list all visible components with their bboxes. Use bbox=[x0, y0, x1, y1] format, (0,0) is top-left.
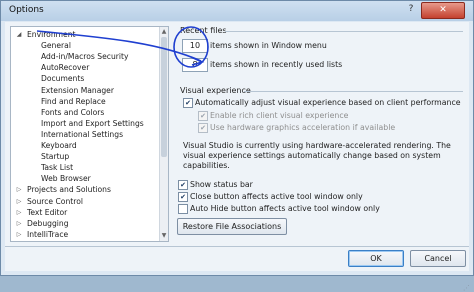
tree-item[interactable]: Import and Export Settings bbox=[41, 118, 144, 129]
tree-item-label: Web Browser bbox=[41, 174, 91, 184]
tree-item-label: Add-in/Macros Security bbox=[41, 52, 129, 62]
tree-item-label: Projects and Solutions bbox=[27, 185, 111, 195]
recent-files-heading: Recent files bbox=[180, 26, 227, 35]
tree-item-label: Documents bbox=[41, 74, 85, 84]
footer-divider bbox=[5, 246, 469, 247]
tree-item-label: Keyboard bbox=[41, 141, 77, 150]
tree-item[interactable]: Documents bbox=[41, 73, 84, 84]
expand-arrow-icon[interactable]: ▷ bbox=[15, 196, 23, 207]
tree-item-label: AutoRecover bbox=[41, 63, 90, 73]
close-button-label: Close button affects active tool window … bbox=[190, 192, 363, 201]
tree-item-label: Source Control bbox=[27, 196, 83, 206]
tree-item[interactable]: Fonts and Colors bbox=[41, 107, 104, 118]
tree-item[interactable]: ◢ Environment bbox=[15, 29, 76, 40]
dialog-body: ◢ Environment General Add-in/Macros Securit… bbox=[5, 22, 470, 292]
tree-item[interactable]: Add-in/Macros Security bbox=[41, 51, 128, 62]
expand-arrow-icon[interactable]: ▷ bbox=[15, 218, 23, 229]
tree-item-label: Text Editor bbox=[27, 207, 68, 217]
show-status-bar-checkbox[interactable]: ✔ bbox=[178, 180, 188, 190]
expand-arrow-icon[interactable]: ▷ bbox=[15, 207, 23, 218]
auto-hide-checkbox[interactable] bbox=[178, 204, 188, 214]
recent-used-count-input[interactable]: 8 bbox=[182, 58, 208, 72]
options-tree[interactable]: ◢ Environment General Add-in/Macros Securit… bbox=[10, 26, 169, 242]
close-button-checkbox[interactable]: ✔ bbox=[178, 192, 188, 202]
show-status-bar-label: Show status bar bbox=[190, 180, 253, 189]
ok-button[interactable]: OK bbox=[348, 250, 404, 267]
tree-item-label: Startup bbox=[41, 152, 70, 162]
tree-item[interactable]: General bbox=[41, 40, 71, 51]
tree-item[interactable]: ▷ Text Editor bbox=[15, 207, 68, 218]
scroll-thumb[interactable] bbox=[161, 37, 167, 157]
rendering-description: Visual Studio is currently using hardwar… bbox=[183, 141, 451, 170]
tree-item[interactable]: ▷ Debugging bbox=[15, 218, 69, 229]
window-menu-label: items shown in Window menu bbox=[210, 41, 327, 50]
scroll-up-icon[interactable]: ▲ bbox=[160, 28, 168, 36]
recent-used-label: items shown in recently used lists bbox=[210, 60, 343, 69]
tree-item-label: Fonts and Colors bbox=[41, 107, 105, 117]
collapse-arrow-icon[interactable]: ◢ bbox=[15, 29, 23, 40]
window-menu-count-input[interactable]: 10 bbox=[182, 39, 208, 53]
expand-arrow-icon[interactable]: ▷ bbox=[15, 184, 23, 195]
hw-accel-label: Use hardware graphics acceleration if av… bbox=[210, 123, 396, 132]
visual-experience-heading: Visual experience bbox=[180, 86, 251, 95]
tree-item-label: General bbox=[41, 41, 71, 51]
rich-client-checkbox: ✔ bbox=[198, 111, 208, 121]
tree-item[interactable]: International Settings bbox=[41, 129, 123, 140]
auto-adjust-checkbox[interactable]: ✔ bbox=[183, 98, 193, 108]
auto-adjust-label: Automatically adjust visual experience b… bbox=[195, 98, 461, 107]
resize-grip-icon[interactable]: ⋰ bbox=[463, 284, 470, 292]
cancel-button[interactable]: Cancel bbox=[410, 250, 466, 267]
recent-files-divider bbox=[225, 31, 463, 32]
tree-item-label: Task List bbox=[41, 163, 74, 173]
tree-item-label: Environment bbox=[27, 30, 76, 39]
tree-item[interactable]: ▷ Source Control bbox=[15, 196, 83, 207]
title-bar[interactable]: Options ? ✕ bbox=[1, 1, 473, 21]
tree-item[interactable]: Web Browser bbox=[41, 173, 91, 184]
tree-item-label: Debugging bbox=[27, 218, 69, 228]
visual-experience-divider bbox=[244, 91, 463, 92]
restore-file-associations-button[interactable]: Restore File Associations bbox=[177, 218, 287, 235]
tree-item-label: Extension Manager bbox=[41, 85, 114, 95]
tree-item[interactable]: Keyboard bbox=[41, 140, 77, 151]
options-dialog: Options ? ✕ ◢ Environment General Add-in/Ma… bbox=[0, 0, 474, 292]
tree-item[interactable]: ▷ IntelliTrace bbox=[15, 229, 69, 240]
tree-item[interactable]: AutoRecover bbox=[41, 62, 89, 73]
window-title: Options bbox=[9, 5, 44, 15]
scroll-down-icon[interactable]: ▼ bbox=[160, 232, 168, 240]
tree-item-label: Import and Export Settings bbox=[41, 118, 144, 128]
tree-item-label: IntelliTrace bbox=[27, 229, 69, 239]
tree-item[interactable]: Startup bbox=[41, 151, 69, 162]
tree-item-label: International Settings bbox=[41, 129, 124, 139]
close-button[interactable]: ✕ bbox=[421, 2, 465, 19]
tree-item[interactable]: Find and Replace bbox=[41, 96, 106, 107]
tree-item-label: Find and Replace bbox=[41, 96, 106, 106]
tree-scrollbar[interactable]: ▲ ▼ bbox=[159, 27, 168, 241]
rich-client-label: Enable rich client visual experience bbox=[210, 111, 349, 120]
help-button[interactable]: ? bbox=[402, 2, 420, 17]
hw-accel-checkbox: ✔ bbox=[198, 123, 208, 133]
tree-item[interactable]: Extension Manager bbox=[41, 85, 114, 96]
tree-item[interactable]: Task List bbox=[41, 162, 73, 173]
expand-arrow-icon[interactable]: ▷ bbox=[15, 229, 23, 240]
tree-item[interactable]: ▷ Projects and Solutions bbox=[15, 184, 111, 195]
auto-hide-label: Auto Hide button affects active tool win… bbox=[190, 204, 380, 213]
